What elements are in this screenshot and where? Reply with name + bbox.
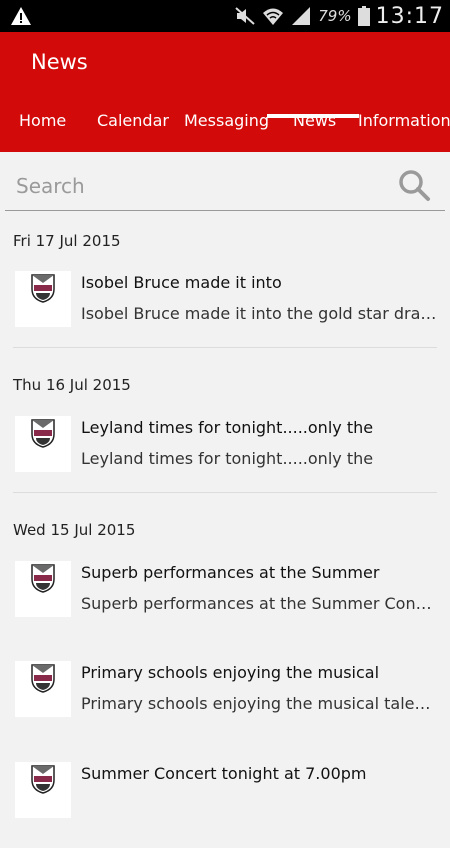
tab-information[interactable]: Information [358, 100, 450, 152]
tab-bar: Home Calendar Messaging News Information [0, 100, 450, 152]
school-crest-thumbnail [15, 661, 71, 717]
school-crest-thumbnail [15, 561, 71, 617]
tab-news[interactable]: News [293, 100, 336, 152]
news-title: Superb performances at the Summer [81, 563, 380, 582]
news-title: Summer Concert tonight at 7.00pm [81, 764, 367, 783]
news-title: Primary schools enjoying the musical [81, 663, 380, 682]
clock: 13:17 [375, 3, 444, 29]
battery-percent: 79% [318, 7, 352, 25]
date-header: Thu 16 Jul 2015 [13, 376, 131, 394]
news-summary: Superb performances at the Summer Concer… [81, 594, 439, 613]
school-crest-thumbnail [15, 271, 71, 327]
news-item[interactable]: Summer Concert tonight at 7.00pm [0, 762, 450, 848]
school-crest-thumbnail [15, 762, 71, 818]
tab-home[interactable]: Home [19, 100, 66, 152]
news-item[interactable]: Isobel Bruce made it into Isobel Bruce m… [0, 271, 450, 357]
mute-icon [235, 7, 255, 25]
news-summary: Isobel Bruce made it into the gold star … [81, 304, 439, 323]
search-icon[interactable] [397, 168, 431, 202]
crest-icon [31, 664, 55, 693]
selected-tab-indicator [267, 114, 359, 118]
divider [13, 492, 437, 493]
date-header: Wed 15 Jul 2015 [13, 521, 136, 539]
news-title: Isobel Bruce made it into [81, 273, 282, 292]
search-input[interactable] [14, 166, 388, 206]
battery-icon [357, 6, 370, 26]
crest-icon [31, 564, 55, 593]
school-crest-thumbnail [15, 416, 71, 472]
status-bar: 79% 13:17 [0, 0, 450, 32]
search-bar [5, 162, 445, 211]
news-item[interactable]: Primary schools enjoying the musical Pri… [0, 661, 450, 747]
app-bar: News Home Calendar Messaging News Inform… [0, 32, 450, 152]
news-title: Leyland times for tonight.....only the [81, 418, 374, 437]
tab-calendar[interactable]: Calendar [97, 100, 169, 152]
crest-icon [31, 419, 55, 448]
status-icons: 79% 13:17 [234, 0, 444, 32]
wifi-icon [263, 8, 284, 25]
crest-icon [31, 274, 55, 303]
date-header: Fri 17 Jul 2015 [13, 232, 121, 250]
crest-icon [31, 765, 55, 794]
page-title: News [31, 50, 88, 74]
news-item[interactable]: Leyland times for tonight.....only the L… [0, 416, 450, 502]
tab-messaging[interactable]: Messaging [184, 100, 269, 152]
divider [13, 347, 437, 348]
signal-icon [292, 7, 311, 25]
warning-icon [11, 7, 31, 25]
news-item[interactable]: Superb performances at the Summer Superb… [0, 561, 450, 647]
news-summary: Primary schools enjoying the musical tal… [81, 694, 439, 713]
news-summary: Leyland times for tonight.....only the [81, 449, 374, 468]
